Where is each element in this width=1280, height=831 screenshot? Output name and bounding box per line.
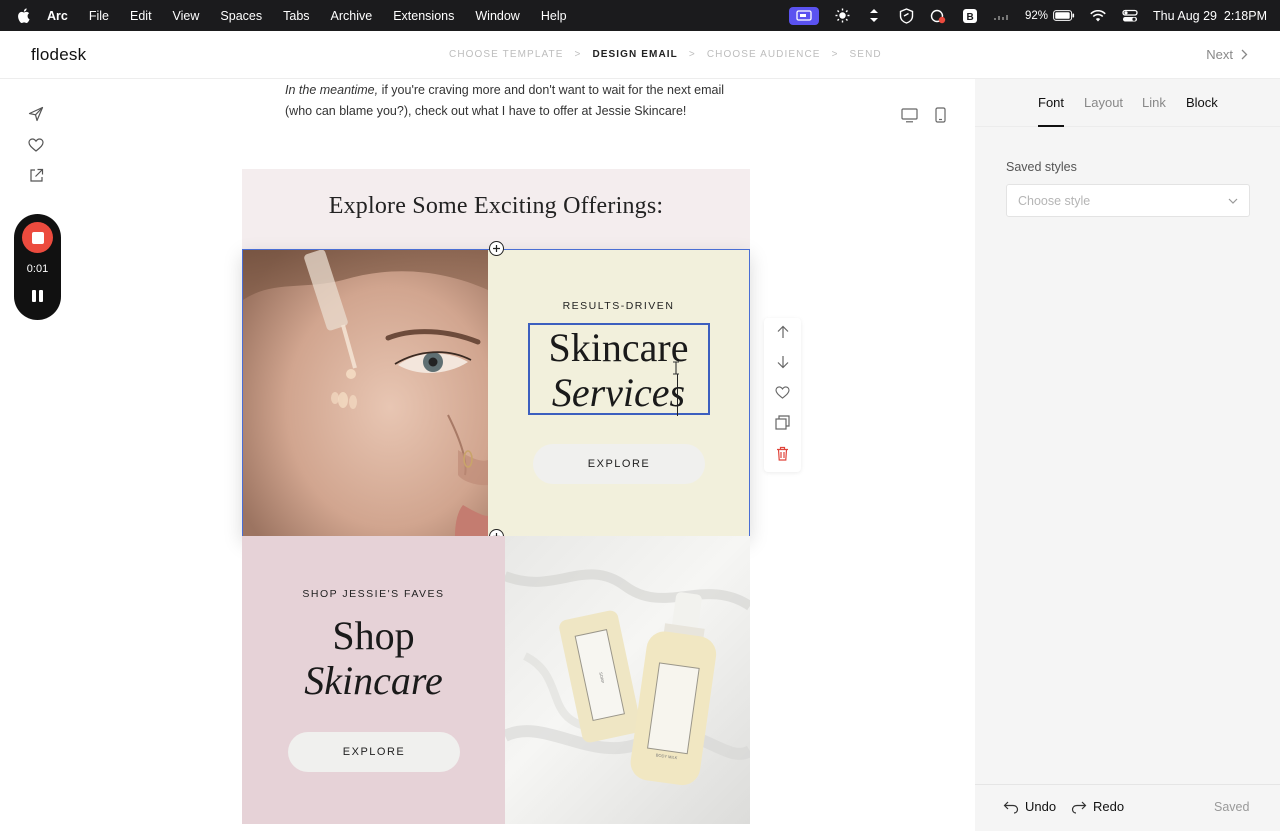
next-button[interactable]: Next <box>1206 47 1248 62</box>
shop-heading-line2[interactable]: Skincare <box>242 659 505 703</box>
next-label: Next <box>1206 47 1233 62</box>
tab-link[interactable]: Link <box>1142 95 1166 110</box>
send-test-icon[interactable] <box>27 105 45 123</box>
redo-icon <box>1071 800 1087 814</box>
menu-archive[interactable]: Archive <box>331 9 373 23</box>
app-b-icon[interactable]: B <box>961 8 979 24</box>
properties-tabs <box>975 79 1280 127</box>
style-select-dropdown[interactable]: Choose style <box>1006 184 1250 217</box>
activity-dots-icon[interactable] <box>993 8 1011 24</box>
menu-file[interactable]: File <box>89 9 109 23</box>
screen-recorder-widget: 0:01 <box>14 214 61 320</box>
step-breadcrumb: CHOOSE TEMPLATE > DESIGN EMAIL > CHOOSE … <box>449 49 882 60</box>
shop-eyebrow[interactable]: SHOP JESSIE'S FAVES <box>242 588 505 600</box>
shop-heading-line1[interactable]: Shop <box>242 614 505 658</box>
stop-icon <box>31 231 44 244</box>
wifi-icon[interactable] <box>1089 8 1107 24</box>
save-block-heart-icon[interactable] <box>774 384 791 401</box>
battery-icon[interactable] <box>1053 8 1075 24</box>
menu-view[interactable]: View <box>173 9 200 23</box>
macos-menubar: Arc File Edit View Spaces Tabs Archive E… <box>0 0 1280 31</box>
pause-icon[interactable] <box>32 290 43 302</box>
intro-paragraph[interactable]: In the meantime, if you're craving more … <box>285 80 725 122</box>
step-choose-template[interactable]: CHOOSE TEMPLATE <box>449 49 563 60</box>
external-preview-icon[interactable] <box>27 166 45 184</box>
intro-italic-text: In the meantime, <box>285 83 379 97</box>
menu-help[interactable]: Help <box>541 9 567 23</box>
menu-spaces[interactable]: Spaces <box>220 9 262 23</box>
menubar-datetime[interactable]: Thu Aug 29 2:18PM <box>1153 9 1267 23</box>
mobile-preview-icon[interactable] <box>933 106 947 124</box>
move-down-icon[interactable] <box>774 353 791 370</box>
flodesk-logo[interactable]: flodesk <box>31 45 86 65</box>
tab-layout[interactable]: Layout <box>1084 95 1123 110</box>
control-center-icon[interactable] <box>1121 8 1139 24</box>
editor-header: flodesk CHOOSE TEMPLATE > DESIGN EMAIL >… <box>0 31 1280 79</box>
recording-status-icon[interactable] <box>929 8 947 24</box>
redo-button[interactable]: Redo <box>1071 799 1124 814</box>
battery-percentage: 92% <box>1025 9 1049 22</box>
desktop-preview-icon[interactable] <box>900 106 918 124</box>
undo-icon <box>1003 800 1019 814</box>
saved-styles-label: Saved styles <box>1006 160 1077 174</box>
redo-label: Redo <box>1093 799 1125 814</box>
block-toolbar <box>764 318 801 472</box>
style-select-placeholder: Choose style <box>1018 193 1091 208</box>
step-separator: > <box>831 49 839 60</box>
move-up-icon[interactable] <box>774 323 791 340</box>
delete-trash-icon[interactable] <box>774 445 791 462</box>
screen-share-icon[interactable] <box>789 6 819 25</box>
undo-button[interactable]: Undo <box>1003 799 1056 814</box>
heart-icon[interactable] <box>27 136 45 154</box>
chevron-down-icon <box>1227 195 1239 207</box>
section-title[interactable]: Explore Some Exciting Offerings: <box>242 193 750 220</box>
shield-icon[interactable] <box>897 7 915 24</box>
skincare-products-photo[interactable]: SOAP BODY MILK <box>505 536 750 824</box>
save-status: Saved <box>1214 800 1250 814</box>
active-tab-underline <box>1038 125 1064 127</box>
tab-block[interactable]: Block <box>1186 95 1218 110</box>
selected-block-outline <box>242 249 750 537</box>
tab-font[interactable]: Font <box>1038 95 1064 110</box>
apple-menu-icon[interactable] <box>17 8 31 23</box>
menu-window[interactable]: Window <box>475 9 519 23</box>
stop-recording-button[interactable] <box>22 222 53 253</box>
sync-arrows-icon[interactable] <box>865 8 883 24</box>
shop-explore-button[interactable]: EXPLORE <box>288 732 460 772</box>
step-choose-audience[interactable]: CHOOSE AUDIENCE <box>707 49 821 60</box>
menu-edit[interactable]: Edit <box>130 9 152 23</box>
add-block-above-icon[interactable] <box>489 241 504 256</box>
brightness-icon[interactable] <box>833 8 851 24</box>
step-separator: > <box>574 49 582 60</box>
step-design-email[interactable]: DESIGN EMAIL <box>592 49 677 60</box>
step-send[interactable]: SEND <box>850 49 882 60</box>
duplicate-icon[interactable] <box>774 414 791 431</box>
svg-text:B: B <box>967 12 974 23</box>
menu-tabs[interactable]: Tabs <box>283 9 309 23</box>
step-separator: > <box>688 49 696 60</box>
menu-extensions[interactable]: Extensions <box>393 9 454 23</box>
undo-label: Undo <box>1025 799 1057 814</box>
menu-app-name[interactable]: Arc <box>47 9 68 23</box>
recording-timer: 0:01 <box>26 263 49 275</box>
chevron-right-icon <box>1241 49 1248 60</box>
